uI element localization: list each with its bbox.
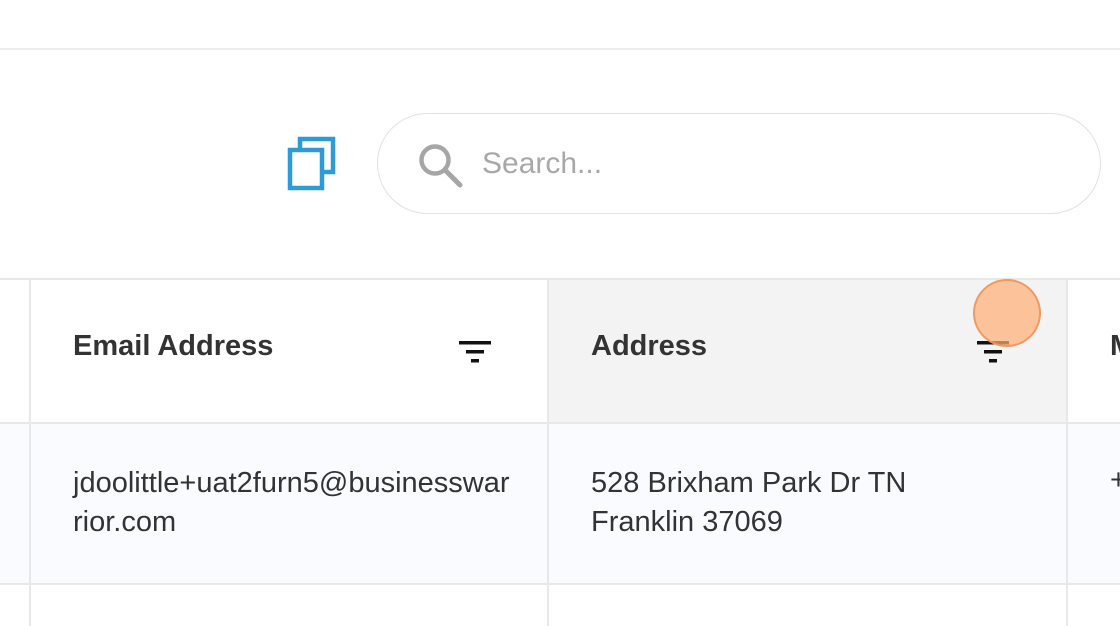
- top-divider: [0, 48, 1120, 50]
- cell-value: +: [1110, 464, 1120, 496]
- column-header-label: Address: [591, 330, 708, 362]
- copy-icon: [287, 136, 336, 191]
- data-table: Email Address Address M jdoolittle+uat2f…: [0, 278, 1120, 626]
- column-divider: [29, 278, 31, 626]
- column-header-label: Email Address: [73, 330, 274, 362]
- filter-icon[interactable]: [977, 339, 1011, 367]
- table-cell-email[interactable]: jdoolittle+uat2furn5@businesswarrior.com: [31, 424, 548, 584]
- search-icon: [419, 144, 463, 188]
- column-header-address[interactable]: Address: [549, 280, 1067, 422]
- address-value: 528 Brixham Park Dr TN Franklin 37069: [591, 467, 907, 538]
- column-divider: [547, 278, 549, 626]
- search-input[interactable]: [482, 138, 1062, 190]
- column-header-label: M: [1110, 330, 1120, 363]
- column-divider: [1066, 278, 1068, 626]
- table-cell-next[interactable]: +: [1068, 424, 1120, 584]
- column-header-email[interactable]: Email Address: [31, 280, 548, 422]
- copy-button[interactable]: [284, 134, 340, 194]
- column-header-next[interactable]: M: [1068, 280, 1120, 422]
- table-cell: [0, 424, 30, 584]
- row-bottom-border: [0, 583, 1120, 585]
- search-box[interactable]: [377, 113, 1101, 214]
- email-value: jdoolittle+uat2furn5@businesswarrior.com: [73, 467, 510, 538]
- table-cell-address[interactable]: 528 Brixham Park Dr TN Franklin 37069: [549, 424, 1067, 584]
- filter-icon[interactable]: [459, 339, 493, 367]
